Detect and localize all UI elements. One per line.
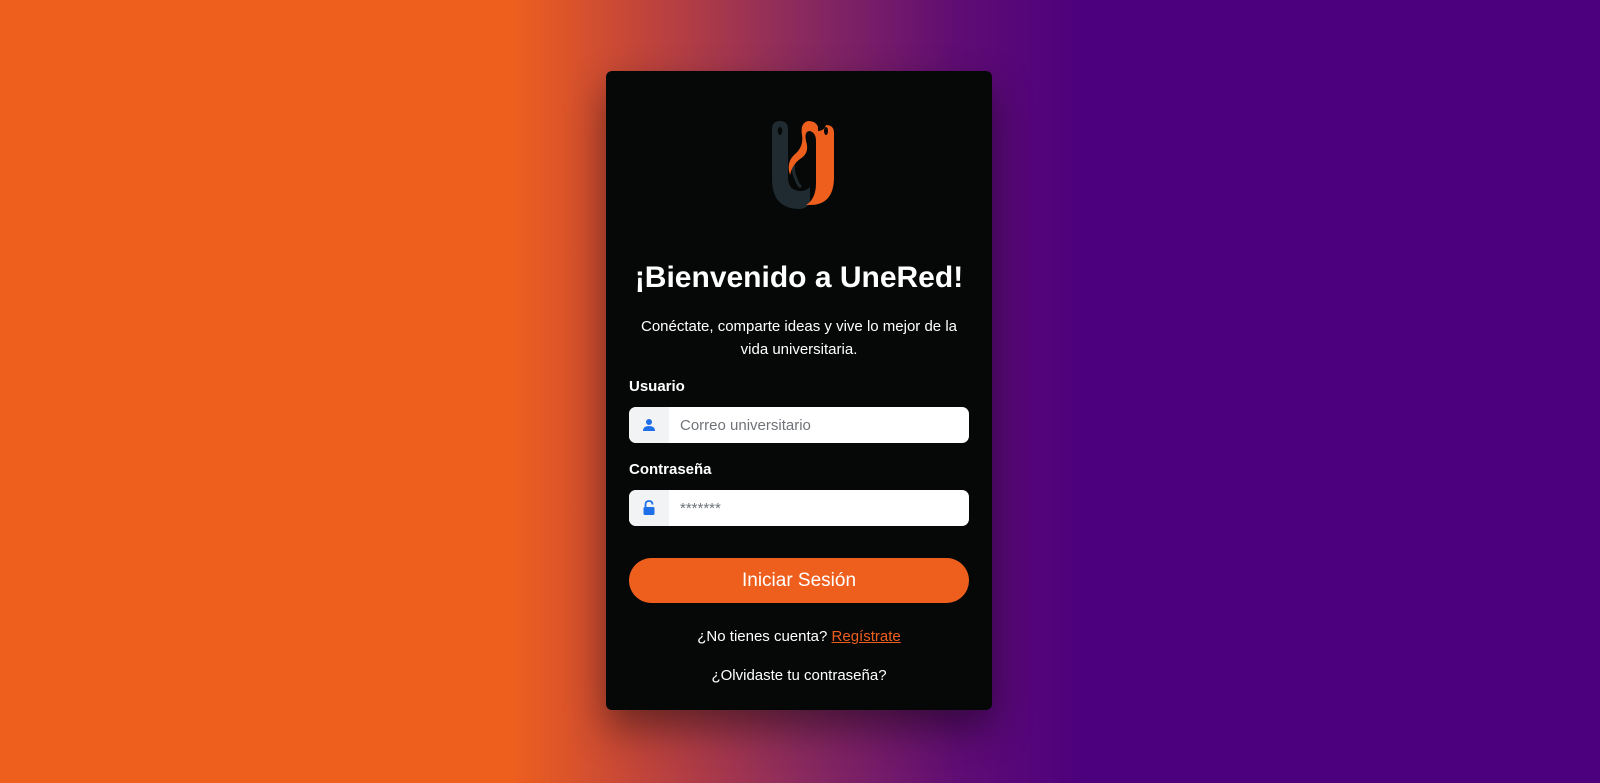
password-field[interactable] [629, 490, 969, 526]
login-card: ¡Bienvenido a UneRed! Conéctate, compart… [606, 71, 992, 710]
forgot-password-link[interactable]: ¿Olvidaste tu contraseña? [606, 666, 992, 686]
username-input[interactable] [669, 407, 969, 443]
unered-logo-icon [772, 121, 834, 209]
register-prompt: ¿No tienes cuenta? Regístrate [606, 627, 992, 647]
password-input[interactable] [669, 490, 969, 526]
username-label: Usuario [629, 378, 685, 395]
page-title: ¡Bienvenido a UneRed! [634, 261, 964, 294]
password-label: Contraseña [629, 461, 712, 478]
user-icon [629, 407, 669, 443]
page-subtitle: Conéctate, comparte ideas y vive lo mejo… [641, 318, 957, 358]
no-account-text: ¿No tienes cuenta? [697, 628, 828, 645]
lock-icon [629, 490, 669, 526]
login-button[interactable]: Iniciar Sesión [629, 558, 969, 603]
username-field[interactable] [629, 407, 969, 443]
register-link[interactable]: Regístrate [832, 628, 901, 645]
